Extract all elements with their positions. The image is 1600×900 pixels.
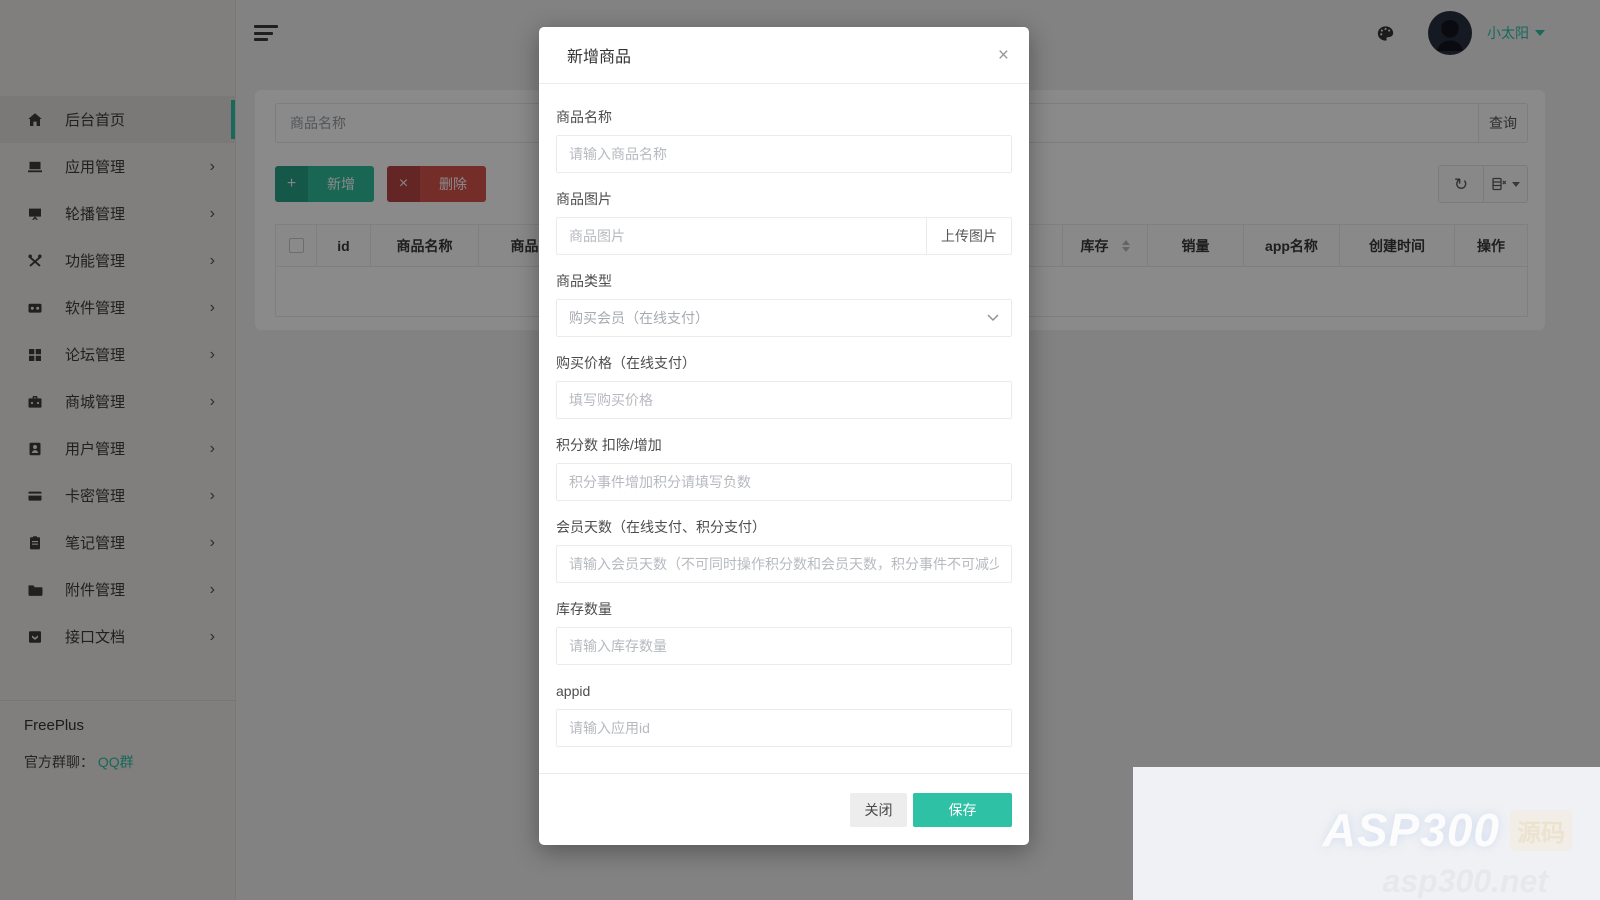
field-label: appid bbox=[556, 681, 1012, 701]
field-appid: appid bbox=[556, 681, 1012, 747]
product-image-input[interactable] bbox=[556, 217, 927, 255]
watermark-box: ASP300 源码 asp300.net bbox=[1133, 767, 1600, 900]
points-input[interactable] bbox=[556, 463, 1012, 501]
member-days-input[interactable] bbox=[556, 545, 1012, 583]
field-product-image: 商品图片 上传图片 bbox=[556, 189, 1012, 255]
select-value: 购买会员（在线支付） bbox=[569, 308, 709, 328]
field-product-type: 商品类型 购买会员（在线支付） bbox=[556, 271, 1012, 337]
modal-close-button[interactable]: 关闭 bbox=[850, 793, 907, 827]
add-product-modal: 新增商品 × 商品名称 商品图片 上传图片 商品类型 购买会员（在线支付） bbox=[539, 27, 1029, 845]
modal-title: 新增商品 bbox=[567, 43, 631, 67]
chevron-down-icon bbox=[987, 314, 999, 322]
modal-footer: 关闭 保存 bbox=[539, 773, 1029, 845]
product-name-input[interactable] bbox=[556, 135, 1012, 173]
field-label: 购买价格（在线支付） bbox=[556, 353, 1012, 373]
admin-app: 后台首页 应用管理 › 轮播管理 › 功能管理 bbox=[0, 0, 1600, 900]
field-stock-quantity: 库存数量 bbox=[556, 599, 1012, 665]
field-purchase-price: 购买价格（在线支付） bbox=[556, 353, 1012, 419]
field-points: 积分数 扣除/增加 bbox=[556, 435, 1012, 501]
modal-body: 商品名称 商品图片 上传图片 商品类型 购买会员（在线支付） bbox=[539, 84, 1029, 773]
purchase-price-input[interactable] bbox=[556, 381, 1012, 419]
modal-header: 新增商品 × bbox=[539, 27, 1029, 84]
upload-image-button[interactable]: 上传图片 bbox=[927, 217, 1012, 255]
watermark-tag: 源码 bbox=[1510, 810, 1572, 851]
field-label: 积分数 扣除/增加 bbox=[556, 435, 1012, 455]
product-type-select[interactable]: 购买会员（在线支付） bbox=[556, 299, 1012, 337]
field-label: 商品图片 bbox=[556, 189, 1012, 209]
field-label: 库存数量 bbox=[556, 599, 1012, 619]
modal-save-button[interactable]: 保存 bbox=[913, 793, 1012, 827]
stock-quantity-input[interactable] bbox=[556, 627, 1012, 665]
watermark-brand: ASP300 bbox=[1323, 803, 1500, 857]
field-label: 会员天数（在线支付、积分支付） bbox=[556, 517, 1012, 537]
appid-input[interactable] bbox=[556, 709, 1012, 747]
watermark-site: asp300.net bbox=[1383, 863, 1548, 900]
field-label: 商品名称 bbox=[556, 107, 1012, 127]
field-label: 商品类型 bbox=[556, 271, 1012, 291]
field-product-name: 商品名称 bbox=[556, 107, 1012, 173]
close-icon[interactable]: × bbox=[994, 44, 1013, 67]
field-member-days: 会员天数（在线支付、积分支付） bbox=[556, 517, 1012, 583]
